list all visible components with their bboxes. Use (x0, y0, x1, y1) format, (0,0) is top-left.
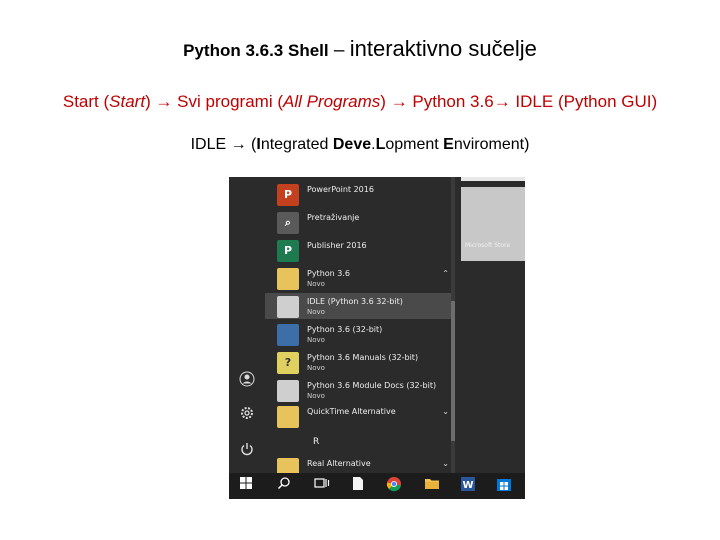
taskbar: W (229, 473, 525, 499)
list-item[interactable]: Python 3.6 Module Docs (32-bit) Novo (265, 377, 455, 403)
user-icon[interactable] (237, 371, 257, 391)
idle-letters-deve: Deve (332, 136, 372, 153)
list-item-idle[interactable]: IDLE (Python 3.6 32-bit) Novo (265, 293, 455, 319)
start-menu-screenshot: P PowerPoint 2016 ⌕ Pretraživanje P Publ… (229, 177, 525, 499)
app-name: QuickTime Alternative (307, 407, 396, 416)
app-name: Python 3.6 Manuals (32-bit) (307, 353, 419, 362)
path-programs-en: All Programs (282, 92, 381, 111)
app-name: Python 3.6 (32-bit) (307, 325, 383, 334)
arrow-icon: → (155, 92, 173, 111)
list-item[interactable]: Python 3.6 Novo ⌃ (265, 265, 455, 291)
path-start: Start ( (62, 92, 110, 111)
chevron-down-icon[interactable]: ⌄ (442, 459, 449, 468)
chevron-down-icon[interactable]: ⌄ (442, 407, 449, 416)
gear-icon[interactable] (237, 405, 257, 425)
idle-word-enviroment: nviroment) (453, 136, 530, 153)
list-item[interactable]: P Publisher 2016 (265, 237, 455, 263)
app-name: Real Alternative (307, 459, 371, 468)
idle-word-integrated: ntegrated (260, 136, 333, 153)
windows-start-icon[interactable] (235, 476, 257, 496)
publisher-icon: P (277, 240, 299, 262)
idle-term: IDLE (190, 136, 231, 153)
slide-title: Python 3.6.3 Shell – interaktivno sučelj… (0, 36, 720, 62)
idle-icon (277, 296, 299, 318)
scrollbar-thumb[interactable] (451, 301, 455, 441)
store-tile[interactable] (461, 187, 525, 261)
path-close-2: ) (380, 92, 391, 111)
idle-open: ( (246, 136, 257, 153)
idle-word-opment: opment (385, 136, 444, 153)
path-idle: IDLE (Python GUI) (510, 92, 658, 111)
path-programs: Svi programi ( (172, 92, 283, 111)
app-badge: Novo (307, 364, 325, 372)
app-badge: Novo (307, 392, 325, 400)
app-name: Python 3.6 (307, 269, 350, 278)
app-badge: Novo (307, 280, 325, 288)
idle-letter-e: E (443, 136, 454, 153)
svg-text:W: W (462, 480, 473, 491)
list-item[interactable]: ⌕ Pretraživanje (265, 209, 455, 235)
title-dash: – (328, 40, 350, 61)
app-badge: Novo (307, 336, 325, 344)
arrow-icon: → (390, 92, 408, 111)
app-badge: Novo (307, 308, 325, 316)
arrow-icon: → (493, 92, 511, 111)
chrome-icon[interactable] (383, 476, 405, 496)
list-item[interactable]: QuickTime Alternative ⌄ (265, 403, 455, 429)
navigation-path: Start (Start) → Svi programi (All Progra… (0, 92, 720, 112)
list-item[interactable]: Python 3.6 (32-bit) Novo (265, 321, 455, 347)
file-explorer-icon[interactable] (421, 476, 443, 496)
start-rail (229, 177, 265, 473)
app-name: PowerPoint 2016 (307, 185, 374, 194)
manuals-icon: ? (277, 352, 299, 374)
word-icon[interactable]: W (457, 476, 479, 496)
power-icon[interactable] (237, 441, 257, 461)
search-icon[interactable] (273, 476, 295, 496)
list-item[interactable]: ? Python 3.6 Manuals (32-bit) Novo (265, 349, 455, 375)
tile-strip (461, 177, 525, 181)
search-icon: ⌕ (277, 212, 299, 234)
store-tile-label: Microsoft Store (465, 242, 511, 249)
path-start-en: Start (109, 92, 146, 111)
python-icon (277, 324, 299, 346)
title-subtitle: interaktivno sučelje (349, 36, 537, 61)
idle-letter-l: L (375, 136, 386, 153)
scrollbar[interactable] (451, 177, 455, 473)
app-name: IDLE (Python 3.6 32-bit) (307, 297, 403, 306)
document-icon[interactable] (347, 476, 369, 496)
powerpoint-icon: P (277, 184, 299, 206)
tiles-panel: Microsoft Store (461, 177, 525, 473)
task-view-icon[interactable] (311, 476, 333, 496)
title-shell: Python 3.6.3 Shell (183, 41, 329, 60)
path-python: Python 3.6 (407, 92, 494, 111)
path-close: ) (145, 92, 156, 111)
app-list: P PowerPoint 2016 ⌕ Pretraživanje P Publ… (265, 177, 455, 480)
store-icon[interactable] (493, 476, 515, 496)
folder-icon (277, 406, 299, 428)
letter-header[interactable]: R (313, 437, 319, 447)
app-name: Pretraživanje (307, 213, 360, 222)
docs-icon (277, 380, 299, 402)
idle-definition: IDLE → (Integrated Deve.Lopment Envirome… (0, 136, 720, 154)
app-name: Publisher 2016 (307, 241, 367, 250)
list-item[interactable]: P PowerPoint 2016 (265, 181, 455, 207)
folder-icon (277, 268, 299, 290)
app-name: Python 3.6 Module Docs (32-bit) (307, 381, 437, 390)
arrow-icon: → (230, 136, 247, 153)
chevron-up-icon[interactable]: ⌃ (442, 269, 449, 278)
